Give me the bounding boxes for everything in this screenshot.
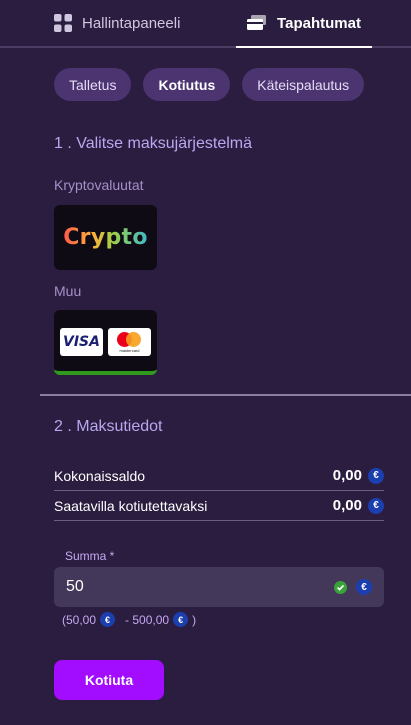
card-icon — [247, 15, 267, 31]
amount-limits: (50,00 € - 500,00 € ) — [62, 612, 197, 627]
balance-label: Saatavilla kotiutettavaksi — [54, 497, 208, 514]
euro-icon: € — [100, 612, 116, 627]
euro-icon: € — [356, 579, 372, 595]
step2-title: 2 . Maksutiedot — [54, 418, 163, 435]
visa-logo: VISA — [60, 328, 103, 356]
euro-icon: € — [368, 497, 384, 514]
crypto-group-label: Kryptovaluutat — [54, 177, 144, 193]
tab-dashboard[interactable]: Hallintapaneeli — [54, 0, 180, 46]
active-tab-underline — [236, 46, 372, 48]
other-group-label: Muu — [54, 283, 82, 299]
tab-events-label: Tapahtumat — [277, 14, 361, 32]
euro-icon: € — [368, 467, 384, 484]
crypto-logo: Crypto — [63, 225, 148, 250]
step1-title: 1 . Valitse maksujärjestelmä — [54, 135, 252, 152]
crypto-method-card[interactable]: Crypto — [54, 205, 157, 270]
mastercard-logo: mastercard — [108, 328, 151, 356]
card-method-card[interactable]: VISA mastercard — [54, 310, 157, 375]
withdraw-button[interactable]: Kotiuta — [54, 660, 164, 700]
tab-dashboard-label: Hallintapaneeli — [82, 14, 181, 32]
amount-input[interactable] — [66, 578, 334, 596]
balance-value: 0,00 — [332, 497, 362, 514]
euro-icon: € — [173, 612, 189, 627]
balance-row-total: Kokonaissaldo 0,00 € — [54, 461, 384, 491]
top-navigation: Hallintapaneeli Tapahtumat — [0, 0, 411, 48]
check-icon — [334, 580, 347, 594]
tab-withdraw[interactable]: Kotiutus — [143, 68, 231, 101]
amount-label: Summa * — [65, 549, 115, 563]
grid-icon — [54, 14, 72, 32]
section-divider — [40, 394, 411, 396]
balance-row-available: Saatavilla kotiutettavaksi 0,00 € — [54, 491, 384, 521]
tab-deposit[interactable]: Talletus — [54, 68, 132, 101]
transaction-tabs: Talletus Kotiutus Käteispalautus — [54, 68, 365, 101]
balance-value: 0,00 — [332, 467, 362, 484]
amount-field: € — [54, 567, 384, 607]
balance-label: Kokonaissaldo — [54, 467, 146, 484]
tab-events[interactable]: Tapahtumat — [236, 0, 372, 48]
tab-cashback[interactable]: Käteispalautus — [242, 68, 365, 101]
